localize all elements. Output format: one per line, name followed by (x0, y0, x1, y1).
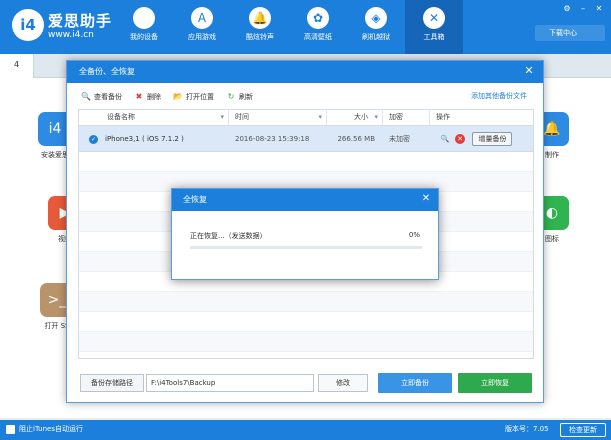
minimize-icon[interactable]: – (577, 3, 589, 15)
col-size[interactable]: 大小 ▾ (327, 110, 383, 125)
sort-arrow-icon: ▾ (374, 113, 378, 121)
tab-current[interactable]: 4 (0, 54, 34, 78)
tools-icon: ✕ (423, 7, 445, 29)
download-manager-button[interactable]: 下载中心 (535, 25, 605, 41)
check-update-button[interactable]: 检查更新 (560, 423, 606, 437)
col-time[interactable]: 时间 ▾ (229, 110, 327, 125)
nav-toolbox[interactable]: ✕ 工具箱 (405, 0, 463, 54)
restore-progress-dialog: 全恢复 ✕ 正在恢复...（发送数据） 0% (171, 188, 439, 280)
add-backup-file-link[interactable]: 添加其他备份文件 (471, 91, 527, 101)
bell-icon: 🔔 (249, 7, 271, 29)
delete-icon[interactable]: ✕ (455, 134, 466, 144)
progress-status: 正在恢复...（发送数据） (190, 232, 267, 240)
backup-path-input[interactable]: F:\i4Tools7\Backup (146, 374, 314, 392)
app-store-icon: A (191, 7, 213, 29)
list-item (79, 152, 533, 172)
box-icon: ◈ (365, 7, 387, 29)
i4-logo: i4 (12, 9, 44, 41)
apple-icon (133, 7, 155, 29)
refresh-button[interactable]: ↻ 刷新 (226, 90, 253, 104)
restore-now-button[interactable]: 立即恢复 (458, 373, 532, 393)
top-header: i4 爱思助手 www.i4.cn 我的设备 A 应用游戏 🔔 酷炫铃声 ✿ 高… (0, 0, 611, 54)
nav-my-device[interactable]: 我的设备 (115, 0, 173, 54)
backup-toolbar: 🔍 查看备份 ✖ 删除 📂 打开位置 ↻ 刷新 (81, 90, 253, 104)
flower-icon: ✿ (307, 7, 329, 29)
close-icon[interactable]: ✕ (522, 64, 536, 78)
main-nav: 我的设备 A 应用游戏 🔔 酷炫铃声 ✿ 高清壁纸 ◈ 刷机越狱 ✕ 工具箱 (115, 0, 463, 54)
incremental-backup-button[interactable]: 增量备份 (472, 132, 513, 146)
search-icon: 🔍 (81, 92, 91, 101)
version-text: 版本号：7.05 (505, 425, 549, 433)
sort-arrow-icon: ▾ (220, 113, 224, 121)
refresh-icon: ↻ (227, 92, 235, 101)
site-url: www.i4.cn (48, 30, 94, 40)
nav-wallpapers[interactable]: ✿ 高清壁纸 (289, 0, 347, 54)
sort-arrow-icon: ▾ (318, 113, 322, 121)
check-circle-icon[interactable]: ✓ (89, 134, 98, 144)
backup-now-button[interactable]: 立即备份 (378, 373, 452, 393)
progress-percent: 0% (408, 231, 420, 239)
table-row[interactable]: ✓ iPhone3,1 ( iOS 7.1.2 ) 2016-08-23 15:3… (79, 126, 533, 152)
window-controls: ⚙ – ✕ (561, 3, 605, 15)
close-icon[interactable]: ✕ (593, 3, 605, 15)
settings-icon[interactable]: ⚙ (561, 3, 573, 15)
delete-icon: ✖ (135, 92, 143, 101)
col-device[interactable]: 设备名称 ▾ (79, 110, 229, 125)
itunes-checkbox[interactable] (6, 425, 15, 434)
progress-bar (190, 246, 422, 249)
list-item (79, 292, 533, 312)
col-encrypt[interactable]: 加密 (383, 110, 430, 125)
col-action: 操作 (436, 113, 450, 121)
open-location-button[interactable]: 📂 打开位置 (173, 90, 214, 104)
status-bar: 阻止iTunes自动运行 版本号：7.05 检查更新 (0, 420, 611, 440)
close-icon[interactable]: ✕ (419, 192, 433, 206)
search-icon[interactable]: 🔍 (440, 134, 450, 144)
brand-name: 爱思助手 (48, 12, 113, 30)
table-header: 设备名称 ▾ 时间 ▾ 大小 ▾ 加密 操作 (79, 110, 533, 126)
nav-flash-jailbreak[interactable]: ◈ 刷机越狱 (347, 0, 405, 54)
modify-button[interactable]: 修改 (318, 374, 368, 392)
backup-path-label: 备份存储路径 (80, 374, 144, 392)
backup-dialog-title: 全备份、全恢复 (67, 61, 543, 83)
list-item (79, 312, 533, 332)
list-item (79, 332, 533, 352)
nav-ringtones[interactable]: 🔔 酷炫铃声 (231, 0, 289, 54)
folder-icon: 📂 (173, 92, 183, 101)
progress-dialog-title: 全恢复 (172, 189, 438, 211)
delete-button[interactable]: ✖ 删除 (134, 90, 161, 104)
nav-apps-games[interactable]: A 应用游戏 (173, 0, 231, 54)
itunes-label: 阻止iTunes自动运行 (19, 425, 83, 433)
view-backup-button[interactable]: 🔍 查看备份 (81, 90, 122, 104)
